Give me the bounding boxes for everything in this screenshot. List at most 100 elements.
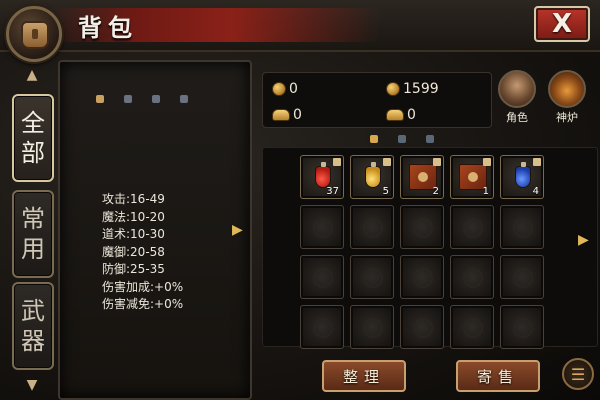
slot-emblem-icon xyxy=(363,218,383,238)
inventory-slot[interactable]: 2 xyxy=(400,155,444,199)
inventory-slot[interactable]: 1 xyxy=(450,155,494,199)
slot-emblem-icon xyxy=(513,268,533,288)
empty-slot[interactable] xyxy=(500,305,544,349)
blue-potion-icon xyxy=(515,162,531,188)
bound-lock-icon xyxy=(533,158,541,166)
slot-emblem-icon xyxy=(313,268,333,288)
gold-ingot-icon xyxy=(272,109,290,121)
item-count: 5 xyxy=(382,186,389,197)
slot-emblem-icon xyxy=(413,318,433,338)
character-stats: 攻击:16-49 魔法:10-20 道术:10-30 魔御:20-58 防御:2… xyxy=(102,191,252,314)
consign-button[interactable]: 寄售 xyxy=(456,360,540,392)
inventory-slot[interactable]: 37 xyxy=(300,155,344,199)
tab-weapon[interactable]: 武 器 xyxy=(12,282,54,370)
furnace-button[interactable]: 神炉 xyxy=(546,70,588,126)
item-count: 37 xyxy=(326,186,339,197)
bound-lock-icon xyxy=(333,158,341,166)
empty-slot[interactable] xyxy=(300,255,344,299)
page-dot xyxy=(180,95,188,103)
page-dot xyxy=(398,135,406,143)
stat-defense: 防御:25-35 xyxy=(102,262,165,276)
furnace-icon xyxy=(548,70,586,108)
empty-slot[interactable] xyxy=(350,205,394,249)
page-dot xyxy=(426,135,434,143)
gold-ingot-value: 0 xyxy=(293,107,302,123)
close-button[interactable]: X xyxy=(534,6,590,42)
slot-emblem-icon xyxy=(463,268,483,288)
bound-lock-icon xyxy=(383,158,391,166)
tabs-scroll-up-icon[interactable]: ▲ xyxy=(24,66,40,84)
slot-emblem-icon xyxy=(513,218,533,238)
character-button[interactable]: 角色 xyxy=(496,70,538,126)
empty-slot[interactable] xyxy=(300,205,344,249)
empty-slot[interactable] xyxy=(450,205,494,249)
inventory-slot[interactable]: 4 xyxy=(500,155,544,199)
stat-taoism: 道术:10-30 xyxy=(102,227,165,241)
bound-coin-icon xyxy=(386,82,400,96)
sort-button[interactable]: 整理 xyxy=(322,360,406,392)
bag-shape xyxy=(21,21,49,49)
gold-coin-value: 0 xyxy=(289,81,298,97)
tab-common-label-1: 常 xyxy=(21,205,45,233)
slot-emblem-icon xyxy=(313,218,333,238)
gold-potion-icon xyxy=(365,162,381,188)
item-count: 1 xyxy=(482,186,489,197)
bound-ingot-value: 0 xyxy=(407,107,416,123)
slot-emblem-icon xyxy=(513,318,533,338)
inventory-window: 背包 X ▲ 全 部 常 用 武 器 ▼ 攻击:16-49 魔法:10-20 道… xyxy=(0,0,600,400)
backpack-icon xyxy=(6,6,62,62)
slot-emblem-icon xyxy=(463,218,483,238)
character-avatar-icon xyxy=(498,70,536,108)
page-dot xyxy=(96,95,104,103)
page-dot xyxy=(124,95,132,103)
empty-slot[interactable] xyxy=(400,305,444,349)
inventory-slot[interactable]: 5 xyxy=(350,155,394,199)
gold-coin-icon xyxy=(272,82,286,96)
stats-next-arrow-icon[interactable]: ▶ xyxy=(232,222,243,238)
tab-all[interactable]: 全 部 xyxy=(12,94,54,182)
bound-ingot-icon xyxy=(386,109,404,121)
gold-coin-row: 0 xyxy=(272,78,298,100)
slot-emblem-icon xyxy=(413,218,433,238)
bound-coin-value: 1599 xyxy=(403,81,439,97)
empty-slot[interactable] xyxy=(450,255,494,299)
page-dot xyxy=(152,95,160,103)
furnace-label: 神炉 xyxy=(556,111,578,124)
inventory-next-arrow-icon[interactable]: ▶ xyxy=(578,232,589,248)
stat-attack: 攻击:16-49 xyxy=(102,192,165,206)
gold-ingot-row: 0 xyxy=(272,104,302,126)
title-bar: 背包 X xyxy=(0,0,600,52)
empty-slot[interactable] xyxy=(500,205,544,249)
item-count: 4 xyxy=(532,186,539,197)
category-tabs: ▲ 全 部 常 用 武 器 ▼ xyxy=(6,60,56,400)
character-label: 角色 xyxy=(506,111,528,124)
empty-slot[interactable] xyxy=(350,305,394,349)
slot-emblem-icon xyxy=(363,268,383,288)
tab-weapon-label-1: 武 xyxy=(21,297,45,325)
tabs-scroll-down-icon[interactable]: ▼ xyxy=(24,376,40,394)
bound-coin-row: 1599 xyxy=(386,78,439,100)
bound-lock-icon xyxy=(433,158,441,166)
window-title: 背包 xyxy=(78,13,138,42)
stat-magic: 魔法:10-20 xyxy=(102,209,165,224)
stats-page-indicator xyxy=(92,95,202,103)
tab-all-label-2: 部 xyxy=(21,139,45,167)
item-count: 2 xyxy=(432,186,439,197)
empty-slot[interactable] xyxy=(350,255,394,299)
stat-magic-defense: 魔御:20-58 xyxy=(102,244,165,259)
bound-ingot-row: 0 xyxy=(386,104,416,126)
slot-emblem-icon xyxy=(463,318,483,338)
tab-weapon-label-2: 器 xyxy=(21,327,45,355)
tab-common[interactable]: 常 用 xyxy=(12,190,54,278)
bound-lock-icon xyxy=(483,158,491,166)
empty-slot[interactable] xyxy=(500,255,544,299)
empty-slot[interactable] xyxy=(450,305,494,349)
inventory-page-indicator xyxy=(370,135,442,145)
slot-emblem-icon xyxy=(413,268,433,288)
stat-damage-reduction: 伤害减免:+0% xyxy=(102,297,184,311)
empty-slot[interactable] xyxy=(400,205,444,249)
empty-slot[interactable] xyxy=(400,255,444,299)
menu-list-icon[interactable]: ☰ xyxy=(562,358,594,390)
empty-slot[interactable] xyxy=(300,305,344,349)
slot-emblem-icon xyxy=(313,318,333,338)
